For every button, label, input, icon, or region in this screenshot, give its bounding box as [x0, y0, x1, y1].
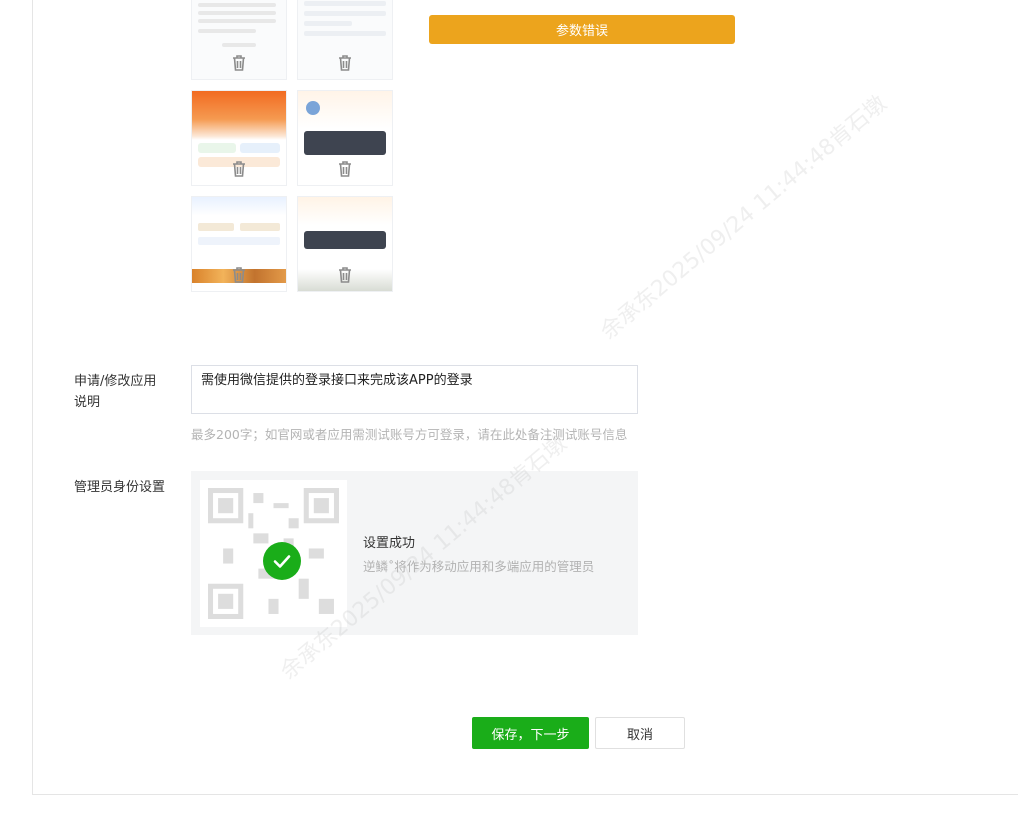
description-value: 需使用微信提供的登录接口来完成该APP的登录 [201, 373, 473, 388]
qr-code [200, 480, 347, 627]
error-message: 参数错误 [555, 24, 608, 39]
success-check-icon [263, 542, 301, 580]
screenshot-thumbnail[interactable] [297, 196, 393, 292]
screenshot-thumbnail[interactable] [297, 90, 393, 186]
trash-icon[interactable] [338, 55, 352, 71]
description-hint: 最多200字；如官网或者应用需测试账号方可登录，请在此处备注测试账号信息 [191, 427, 628, 442]
trash-icon[interactable] [338, 161, 352, 177]
screenshot-thumbnail[interactable] [191, 196, 287, 292]
admin-label: 管理员身份设置 [74, 480, 166, 495]
trash-icon[interactable] [338, 267, 352, 283]
trash-icon[interactable] [232, 267, 246, 283]
admin-status-title: 设置成功 [363, 536, 416, 551]
screenshot-thumbnail[interactable] [297, 0, 393, 80]
admin-status-detail: 逆鳞˚将作为移动应用和多端应用的管理员 [363, 559, 595, 574]
error-toast: 参数错误 [429, 15, 735, 44]
admin-setting-box: 设置成功 逆鳞˚将作为移动应用和多端应用的管理员 [191, 471, 638, 635]
screenshot-thumbnail[interactable] [191, 0, 287, 80]
trash-icon[interactable] [232, 55, 246, 71]
cancel-button[interactable]: 取消 [595, 717, 685, 749]
description-textarea[interactable]: 需使用微信提供的登录接口来完成该APP的登录 [191, 365, 638, 414]
trash-icon[interactable] [232, 161, 246, 177]
screenshot-thumbnail[interactable] [191, 90, 287, 186]
description-label: 申请/修改应用说明 [74, 374, 157, 410]
save-next-button[interactable]: 保存，下一步 [472, 717, 589, 749]
